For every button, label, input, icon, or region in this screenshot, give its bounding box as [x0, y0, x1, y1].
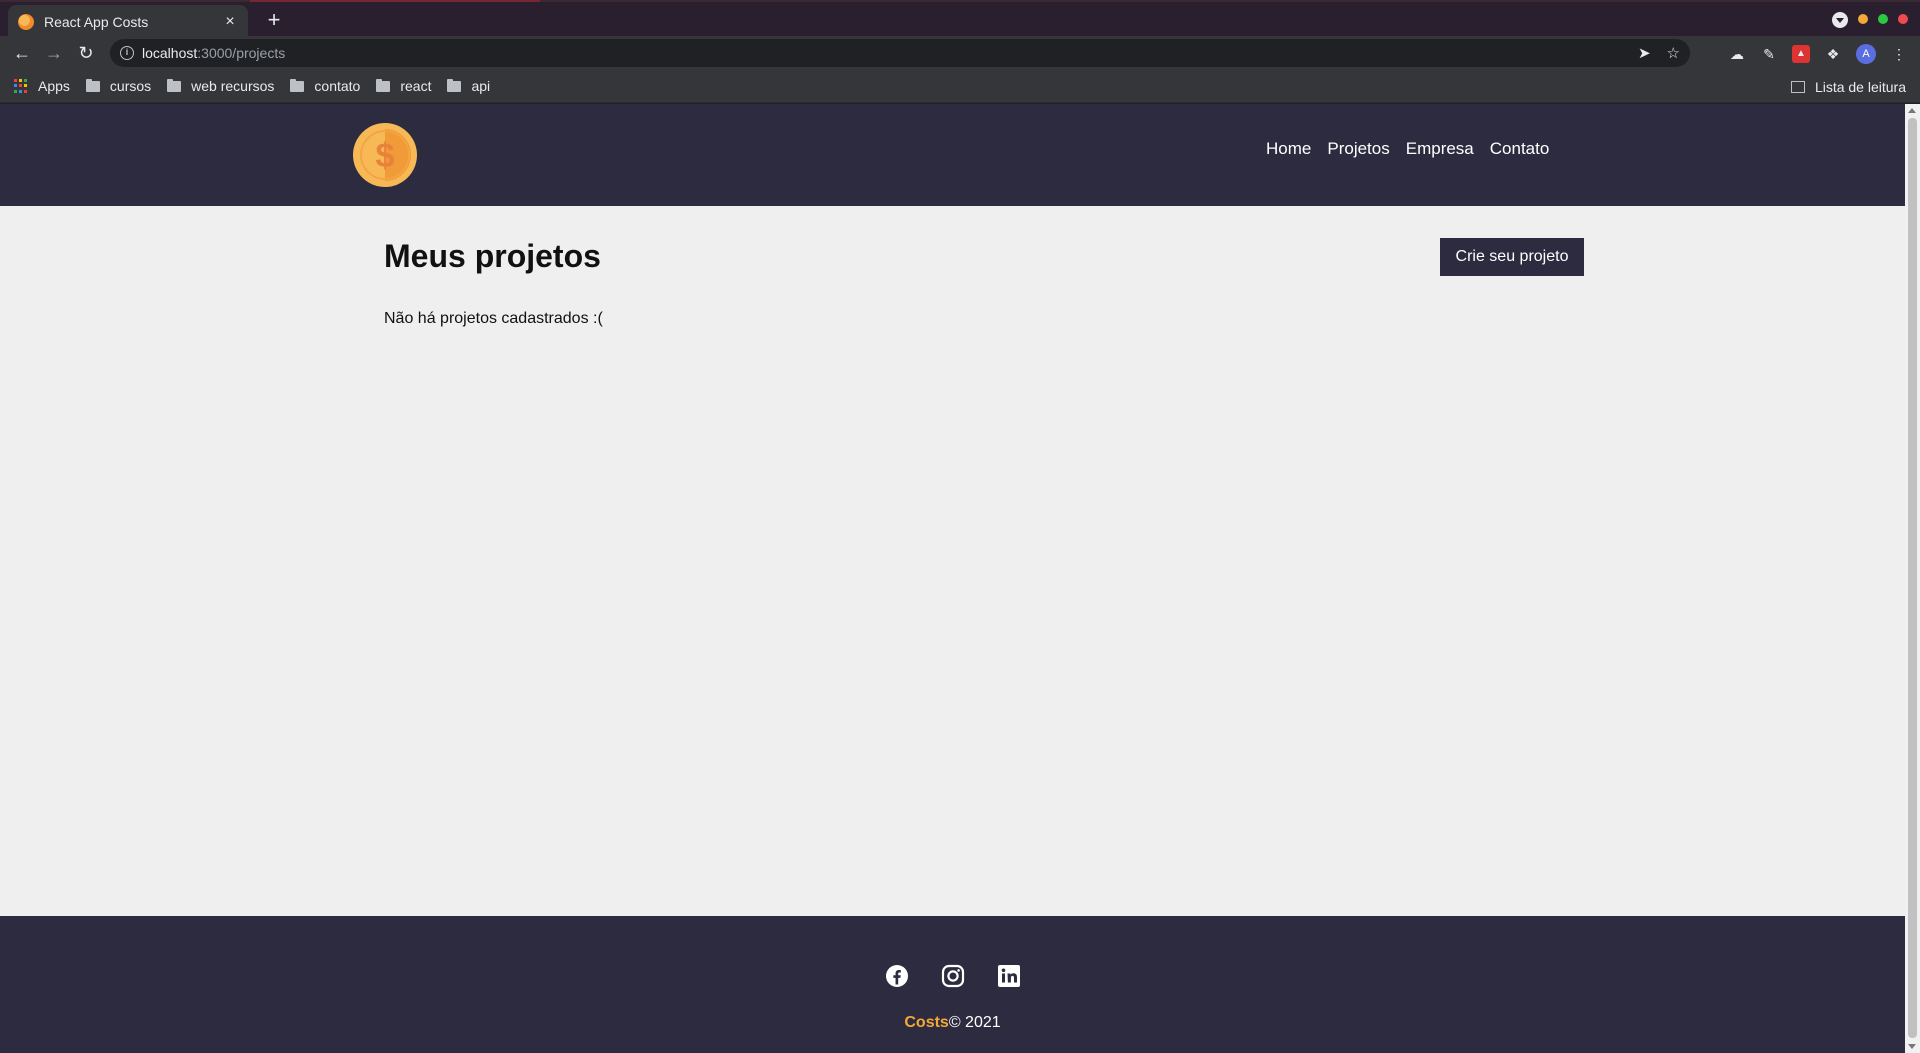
reading-list-label: Lista de leitura	[1814, 78, 1906, 95]
extension-red-icon[interactable]: ▲	[1792, 45, 1810, 63]
send-icon[interactable]: ➤	[1638, 44, 1651, 62]
bookmark-label: Apps	[38, 78, 70, 94]
folder-icon	[85, 78, 100, 92]
url-host: localhost	[142, 45, 198, 61]
profile-avatar[interactable]: A	[1856, 44, 1876, 64]
bookmark-label: web recursos	[191, 78, 275, 94]
tab-search-icon[interactable]	[1832, 12, 1848, 28]
maximize-button[interactable]	[1878, 14, 1888, 24]
footer-brand: Costs	[904, 1014, 949, 1031]
bookmark-star-icon[interactable]: ☆	[1667, 44, 1680, 62]
apps-grid-icon	[14, 79, 28, 93]
coin-favicon-icon	[18, 13, 34, 30]
nav-link-contato[interactable]: Contato	[1490, 139, 1550, 159]
window-controls	[1858, 14, 1908, 24]
folder-icon	[290, 78, 305, 92]
back-arrow-icon[interactable]: ←	[10, 41, 34, 65]
page-title: Meus projetos	[384, 238, 601, 274]
bookmarks-bar: Apps cursos web recursos contato react a…	[0, 70, 1920, 103]
empty-projects-message: Não há projetos cadastrados :(	[384, 310, 603, 327]
scroll-up-arrow-icon[interactable]	[1908, 108, 1916, 113]
site-navbar: $ Home Projetos Empresa Contato	[0, 104, 1905, 206]
create-project-button[interactable]: Crie seu projeto	[1440, 238, 1584, 276]
browser-tabstrip: React App Costs × +	[0, 0, 1920, 38]
bookmark-react[interactable]: react	[376, 78, 431, 94]
folder-icon	[447, 78, 462, 92]
url-path: :3000/projects	[197, 45, 286, 61]
svg-text:$: $	[376, 137, 395, 175]
reload-icon[interactable]: ↻	[74, 41, 98, 65]
social-links	[0, 964, 1905, 988]
page-viewport: $ Home Projetos Empresa Contato Meus pro…	[0, 104, 1905, 1053]
bookmark-label: cursos	[109, 78, 152, 94]
extensions-area: ☁ ✎ ▲ ❖ A ⋮	[1728, 44, 1908, 64]
tab-title: React App Costs	[44, 13, 149, 30]
minimize-button[interactable]	[1858, 14, 1868, 24]
copyright-text: Costs© 2021	[0, 1014, 1905, 1032]
copyright-year: © 2021	[948, 1014, 1001, 1031]
page-scrollbar[interactable]	[1905, 104, 1920, 1053]
new-tab-button[interactable]: +	[260, 6, 288, 34]
bookmark-label: contato	[314, 78, 361, 94]
reading-list-icon	[1790, 80, 1805, 93]
close-window-button[interactable]	[1898, 14, 1908, 24]
nav-link-projetos[interactable]: Projetos	[1327, 139, 1389, 159]
nav-link-empresa[interactable]: Empresa	[1406, 139, 1474, 159]
facebook-icon[interactable]	[885, 964, 909, 988]
bookmark-api[interactable]: api	[447, 78, 490, 94]
bookmark-cursos[interactable]: cursos	[85, 78, 152, 94]
forward-arrow-icon[interactable]: →	[42, 41, 66, 65]
bookmark-label: api	[471, 78, 491, 94]
nav-link-home[interactable]: Home	[1266, 139, 1311, 159]
folder-icon	[167, 78, 182, 92]
tab-close-icon[interactable]: ×	[222, 13, 238, 31]
scrollbar-thumb[interactable]	[1908, 118, 1917, 1038]
extensions-puzzle-icon[interactable]: ❖	[1824, 45, 1842, 63]
browser-toolbar: ← → ↻ i localhost :3000/projects ➤ ☆ ☁ ✎…	[0, 36, 1920, 70]
bookmark-contato[interactable]: contato	[290, 78, 360, 94]
site-info-icon[interactable]: i	[120, 46, 134, 60]
bookmark-apps[interactable]: Apps	[14, 78, 70, 94]
instagram-icon[interactable]	[941, 964, 965, 988]
bookmark-web-recursos[interactable]: web recursos	[167, 78, 274, 94]
site-footer: Costs© 2021	[0, 916, 1905, 1053]
extension-cloud-icon[interactable]: ☁	[1728, 45, 1746, 63]
browser-tab[interactable]: React App Costs ×	[8, 5, 248, 38]
reading-list-button[interactable]: Lista de leitura	[1790, 70, 1906, 103]
linkedin-icon[interactable]	[997, 964, 1021, 988]
nav-links: Home Projetos Empresa Contato	[1266, 139, 1549, 159]
folder-icon	[376, 78, 391, 92]
address-bar[interactable]: i localhost :3000/projects ➤ ☆	[110, 39, 1690, 67]
browser-menu-icon[interactable]: ⋮	[1890, 45, 1908, 63]
scroll-down-arrow-icon[interactable]	[1908, 1044, 1916, 1049]
coin-dollar-icon[interactable]: $	[352, 122, 418, 188]
bookmark-label: react	[400, 78, 432, 94]
extension-pen-icon[interactable]: ✎	[1760, 45, 1778, 63]
